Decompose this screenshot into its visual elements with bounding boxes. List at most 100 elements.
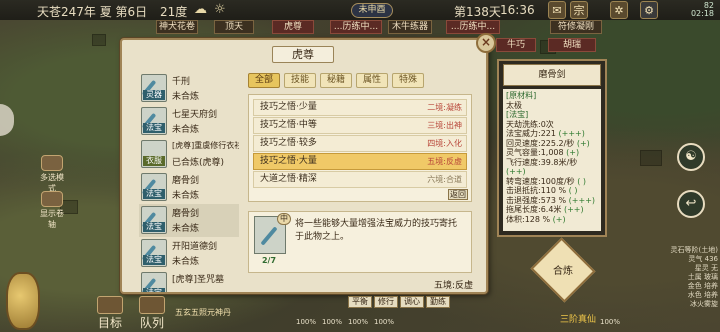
- day-count: 第138天: [454, 5, 501, 19]
- technique-name: 技巧之悟·较多: [260, 138, 317, 148]
- technique-row[interactable]: 技巧之悟·中等 三境:出神: [253, 117, 467, 134]
- temperature: 21度: [160, 5, 188, 19]
- technique-name: 大道之悟·精深: [260, 174, 317, 184]
- show-scroll-button[interactable]: 显示卷轴: [38, 191, 66, 230]
- sword-icon: 法宝: [141, 206, 167, 234]
- terrain-info-line: 星灵 无: [694, 264, 718, 272]
- percent-label: 100%: [600, 318, 621, 326]
- stat-row: 拖尾长度:6.4米 (++): [506, 205, 584, 214]
- sect-icon[interactable]: 宗: [570, 1, 588, 19]
- technique-row[interactable]: 技巧之悟·少量 二境:凝练: [253, 99, 467, 116]
- percent-label: 100%: [348, 318, 369, 326]
- show-scroll-label: 显示卷轴: [40, 209, 64, 229]
- terrain-info-line: 灵石等阶(土地): [670, 246, 718, 254]
- tab-skill[interactable]: 技能: [284, 73, 316, 88]
- item-name: 开阳道德剑: [172, 242, 218, 252]
- mode-mind[interactable]: 调心: [400, 296, 424, 308]
- mode-train[interactable]: 勤练: [426, 296, 450, 308]
- taiji-icon[interactable]: ☯: [677, 143, 705, 171]
- item-type-badge: 法宝: [143, 222, 165, 232]
- technique-list[interactable]: 技巧之悟·少量 二境:凝练 技巧之悟·中等 三境:出神 技巧之悟·较多 四境:入…: [248, 94, 472, 202]
- filter-tabs: 全部 技能 秘籍 属性 特殊: [248, 73, 478, 91]
- back-arrow-icon[interactable]: ↩: [677, 190, 705, 218]
- grade-badge: 中: [277, 213, 291, 225]
- stat-row: 击退强度:573 % (+++): [506, 195, 596, 205]
- item-detail-title: 磨骨剑: [503, 64, 601, 86]
- kind-tag: [法宝]: [506, 110, 529, 119]
- gourd-icon[interactable]: [6, 272, 40, 330]
- technique-row[interactable]: 技巧之悟·较多 四境:入化: [253, 135, 467, 152]
- map-tile: [640, 150, 662, 166]
- terrain-info-line: 水色 培养: [687, 291, 718, 299]
- cloud-icon: ☁: [194, 2, 207, 17]
- list-item-selected[interactable]: 法宝 磨骨剑 未合炼: [139, 204, 239, 237]
- list-item[interactable]: 衣服 [虎尊]重虞修行衣衫 已合炼(虎尊): [139, 138, 239, 171]
- technique-requirement: 五境:反虚: [427, 157, 462, 166]
- multi-select-icon: [41, 155, 63, 171]
- stat-row: 法宝威力:221 (+++): [506, 129, 585, 138]
- material-name: 太极: [506, 100, 522, 110]
- stat-row: 回灵速度:225.2/秒 (+): [506, 138, 590, 148]
- season-tab[interactable]: 未申酉: [351, 3, 393, 18]
- location-tag[interactable]: 胡瑞: [548, 38, 596, 52]
- terrain-info: 灵石等阶(土地) 灵气 436 星灵 无 土属 玻璃 金色 培养 水色 培养 冰…: [650, 246, 718, 309]
- battery-indicator: 82 02:18: [691, 2, 714, 18]
- multi-select-button[interactable]: 多选模式: [38, 155, 66, 194]
- terrain-info-line: 土属 玻璃: [687, 273, 718, 281]
- tab-special[interactable]: 特殊: [392, 73, 424, 88]
- technique-row-selected[interactable]: 技巧之悟·大量 五境:反虚: [253, 153, 467, 170]
- team-button[interactable]: 队列: [136, 296, 168, 331]
- list-item[interactable]: 灵器 千刑 未合炼: [139, 72, 239, 105]
- clock-time: 16:36: [500, 3, 535, 17]
- stat-row: 转弯速度:100度/秒 ( ): [506, 176, 587, 186]
- item-type-badge: 法宝: [143, 255, 165, 265]
- technique-name: 技巧之悟·少量: [260, 102, 317, 112]
- mode-cultivate[interactable]: 修行: [374, 296, 398, 308]
- item-detail-body[interactable]: [原材料] 太极 [法宝] 天劫洗练:0次 法宝威力:221 (+++) 回灵速…: [503, 89, 601, 231]
- team-label: 队列: [139, 316, 164, 330]
- wheel-icon[interactable]: ✲: [610, 1, 628, 19]
- robe-icon: 衣服: [141, 140, 167, 168]
- percent-label: 100%: [322, 318, 343, 326]
- item-detail-panel: 磨骨剑 [原材料] 太极 [法宝] 天劫洗练:0次 法宝威力:221 (+++)…: [497, 59, 607, 237]
- gear-icon[interactable]: ⚙: [640, 1, 658, 19]
- technique-requirement: 三境:出神: [427, 121, 462, 130]
- location-tag[interactable]: 符修凝刚: [550, 20, 602, 34]
- technique-name: 技巧之悟·大量: [260, 156, 317, 166]
- sword-icon: 法宝: [141, 107, 167, 135]
- item-type-badge: 法宝: [143, 123, 165, 133]
- goal-button[interactable]: 目标: [94, 296, 126, 331]
- tab-attribute[interactable]: 属性: [356, 73, 388, 88]
- goal-label: 目标: [97, 316, 122, 330]
- location-tag[interactable]: 虎尊: [272, 20, 314, 34]
- tab-manual[interactable]: 秘籍: [320, 73, 352, 88]
- list-item[interactable]: 法宝 磨骨剑 未合炼: [139, 171, 239, 204]
- realm-requirement: 五境:反虚: [434, 281, 474, 291]
- location-tag[interactable]: 神犬花卷: [156, 20, 198, 34]
- mode-balance[interactable]: 平衡: [348, 296, 372, 308]
- terrain-info-line: 冰火雾旋: [690, 300, 718, 308]
- game-date: 天苍247年 夏 第6日: [37, 5, 148, 19]
- technique-row[interactable]: 大道之悟·精深 六境:合道: [253, 171, 467, 188]
- tab-all[interactable]: 全部: [248, 73, 280, 88]
- list-item[interactable]: 法宝 七星天府剑 未合炼: [139, 105, 239, 138]
- location-tag[interactable]: ...历练中...: [446, 20, 500, 34]
- technique-name: 技巧之悟·中等: [260, 120, 317, 130]
- item-name: 七星天府剑: [172, 110, 218, 120]
- item-list[interactable]: 灵器 千刑 未合炼 法宝 七星天府剑 未合炼 衣服 [虎尊]重虞修行衣衫 已合炼…: [139, 72, 239, 292]
- location-tag[interactable]: 顶天: [214, 20, 254, 34]
- location-tag[interactable]: ...历练中...: [330, 20, 382, 34]
- mail-icon[interactable]: ✉: [548, 1, 566, 19]
- map-tile: [92, 34, 106, 46]
- craft-button-label[interactable]: 合炼: [543, 262, 583, 277]
- technique-requirement: 四境:入化: [427, 139, 462, 148]
- stat-row: 击退抵抗:110 % ( ): [506, 186, 578, 195]
- item-name: 磨骨剑: [172, 209, 200, 219]
- close-button[interactable]: ×: [476, 33, 496, 53]
- location-tag[interactable]: 木牛练器: [388, 20, 432, 34]
- list-item[interactable]: 法宝 [虎尊]圣咒墓: [139, 270, 239, 292]
- back-button[interactable]: 返回: [448, 189, 468, 200]
- list-item[interactable]: 法宝 开阳道德剑 未合炼: [139, 237, 239, 270]
- location-tag[interactable]: 牛巧: [496, 38, 536, 52]
- team-icon: [139, 296, 165, 314]
